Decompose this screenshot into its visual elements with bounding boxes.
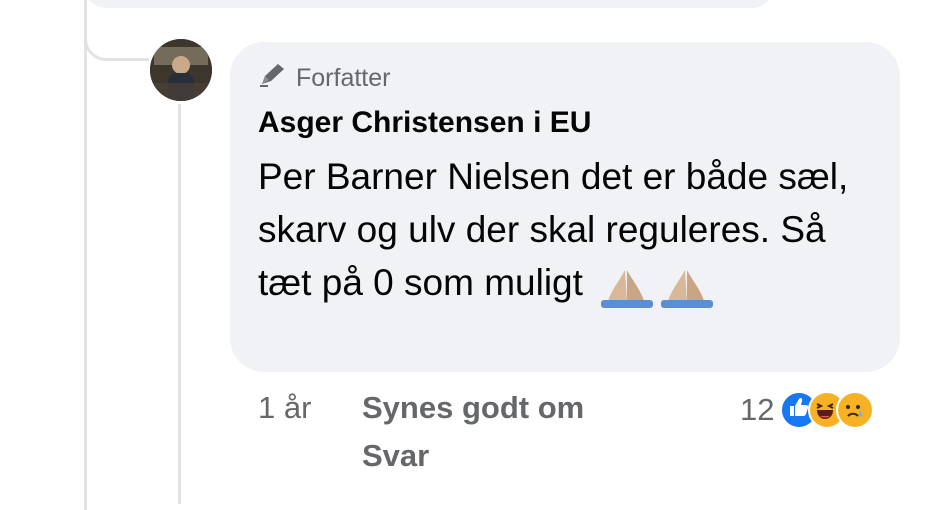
avatar[interactable] — [150, 39, 212, 101]
praying-hands-icon — [597, 259, 715, 312]
like-button[interactable]: Synes godt om — [362, 390, 584, 426]
thread-line — [84, 40, 87, 510]
sad-icon — [836, 391, 875, 429]
avatar-photo-icon — [150, 39, 212, 101]
previous-comment-bubble — [84, 0, 774, 8]
comment-text: Per Barner Nielsen det er både sæl, skar… — [258, 150, 888, 312]
pencil-icon — [258, 62, 288, 95]
reply-thread-line — [178, 104, 181, 504]
author-badge: Forfatter — [258, 62, 390, 94]
comment-author[interactable]: Asger Christensen i EU — [258, 106, 591, 140]
reply-button[interactable]: Svar — [362, 438, 429, 474]
comment-timestamp[interactable]: 1 år — [258, 390, 311, 426]
comment-body: Per Barner Nielsen det er både sæl, skar… — [258, 156, 849, 303]
thread-connector — [84, 0, 149, 61]
reaction-summary[interactable]: 12 — [740, 390, 875, 430]
reaction-count: 12 — [740, 392, 775, 427]
badge-label: Forfatter — [296, 63, 391, 92]
